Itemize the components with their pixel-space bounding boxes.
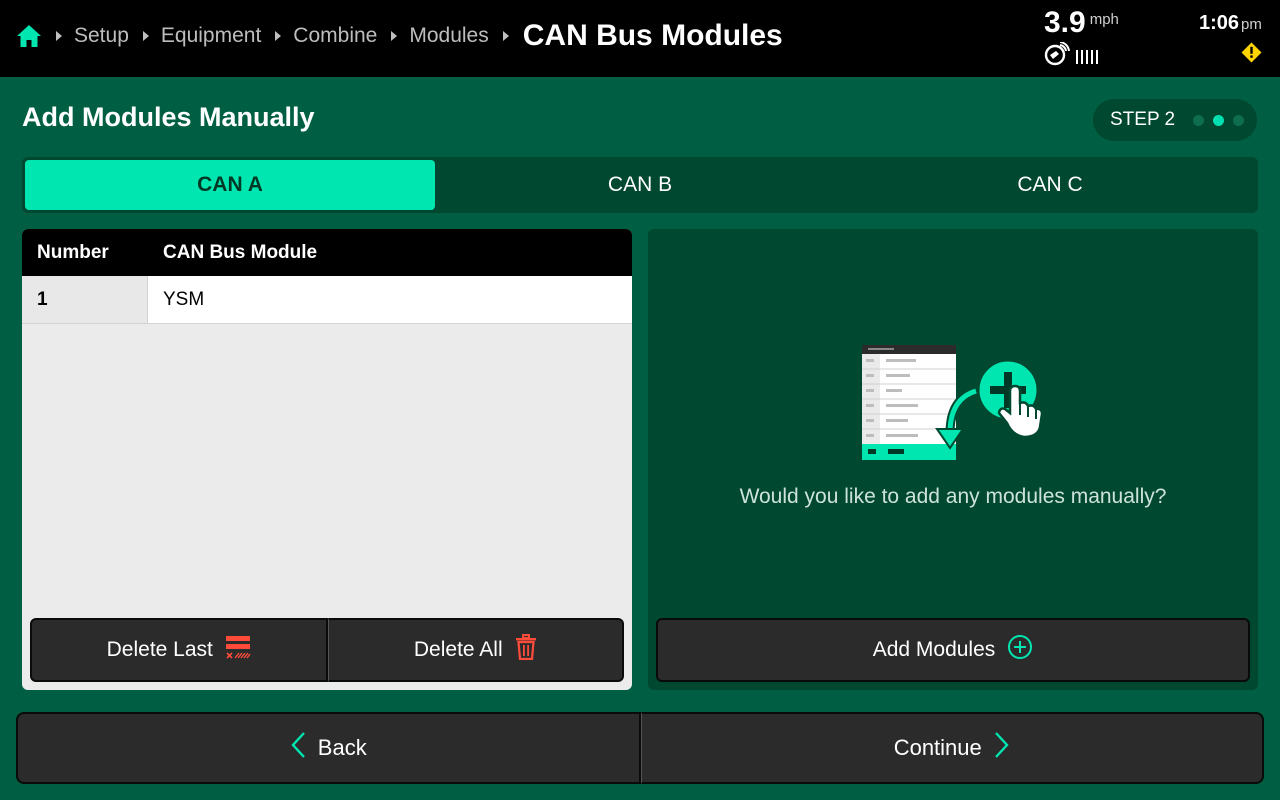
- page-heading-current: CAN Bus Modules: [522, 19, 783, 52]
- speed-value: 3.9: [1044, 6, 1086, 39]
- clock: 1:06 pm: [1199, 12, 1279, 63]
- speed-unit: mph: [1089, 11, 1119, 28]
- back-button[interactable]: Back: [16, 712, 641, 784]
- add-modules-label: Add Modules: [872, 638, 996, 661]
- gps-status[interactable]: [1044, 41, 1164, 71]
- step-progress-dots: [1193, 114, 1245, 126]
- breadcrumb-combine[interactable]: Combine: [293, 24, 377, 48]
- step-dot-current: [1213, 114, 1225, 126]
- clock-ampm: pm: [1241, 16, 1262, 33]
- tab-can-c[interactable]: CAN C: [845, 160, 1255, 210]
- tab-can-a[interactable]: CAN A: [25, 160, 435, 210]
- modules-table-panel: Number CAN Bus Module 1 YSM Delete Last …: [22, 229, 632, 690]
- speed-readout: 3.9 mph: [1044, 6, 1164, 71]
- step-label: STEP 2: [1110, 109, 1176, 130]
- continue-button[interactable]: Continue: [640, 712, 1264, 784]
- satellite-icon: [1044, 41, 1070, 71]
- warning-icon[interactable]: [1241, 42, 1262, 68]
- table-row[interactable]: 1 YSM: [22, 276, 632, 324]
- back-label: Back: [317, 735, 367, 760]
- delete-last-label: Delete Last: [106, 638, 213, 661]
- column-header-module: CAN Bus Module: [163, 241, 318, 263]
- step-indicator: STEP 2: [1093, 99, 1257, 141]
- step-dot: [1233, 114, 1245, 126]
- chevron-right-icon: [142, 31, 149, 41]
- breadcrumb: Setup Equipment Combine Modules CAN Bus …: [16, 0, 783, 72]
- chevron-right-icon: [994, 731, 1010, 765]
- add-modules-prompt: Would you like to add any modules manual…: [739, 485, 1167, 508]
- can-bus-tabs: CAN A CAN B CAN C: [22, 157, 1258, 213]
- cell-number: 1: [22, 276, 148, 323]
- add-modules-illustration: [860, 341, 1046, 466]
- delete-button-group: Delete Last Delete All: [30, 618, 624, 682]
- delete-last-button[interactable]: Delete Last: [30, 618, 328, 682]
- plus-circle-icon: [1007, 634, 1033, 666]
- chevron-left-icon: [290, 731, 306, 765]
- step-dot: [1193, 114, 1205, 126]
- tab-can-b[interactable]: CAN B: [435, 160, 845, 210]
- page-title: Add Modules Manually: [22, 102, 315, 132]
- trash-icon: [515, 634, 537, 666]
- signal-strength-icon: [1076, 49, 1098, 64]
- chevron-right-icon: [56, 31, 62, 41]
- clock-time: 1:06: [1199, 12, 1240, 34]
- cell-module: YSM: [163, 288, 205, 310]
- chevron-right-icon: [275, 31, 282, 41]
- delete-last-icon: [225, 634, 251, 666]
- breadcrumb-modules[interactable]: Modules: [409, 24, 488, 48]
- delete-all-label: Delete All: [413, 638, 503, 661]
- chevron-right-icon: [502, 31, 509, 41]
- add-modules-panel: Would you like to add any modules manual…: [648, 229, 1258, 690]
- table-header: Number CAN Bus Module: [22, 229, 632, 276]
- breadcrumb-setup[interactable]: Setup: [74, 24, 129, 48]
- add-modules-button[interactable]: Add Modules: [656, 618, 1250, 682]
- top-status-bar: Setup Equipment Combine Modules CAN Bus …: [0, 0, 1280, 77]
- continue-label: Continue: [893, 735, 982, 760]
- breadcrumb-equipment[interactable]: Equipment: [161, 24, 261, 48]
- home-icon[interactable]: [16, 23, 42, 49]
- wizard-navigation: Back Continue: [16, 712, 1264, 784]
- column-header-number: Number: [37, 241, 109, 263]
- delete-all-button[interactable]: Delete All: [327, 618, 624, 682]
- chevron-right-icon: [391, 31, 398, 41]
